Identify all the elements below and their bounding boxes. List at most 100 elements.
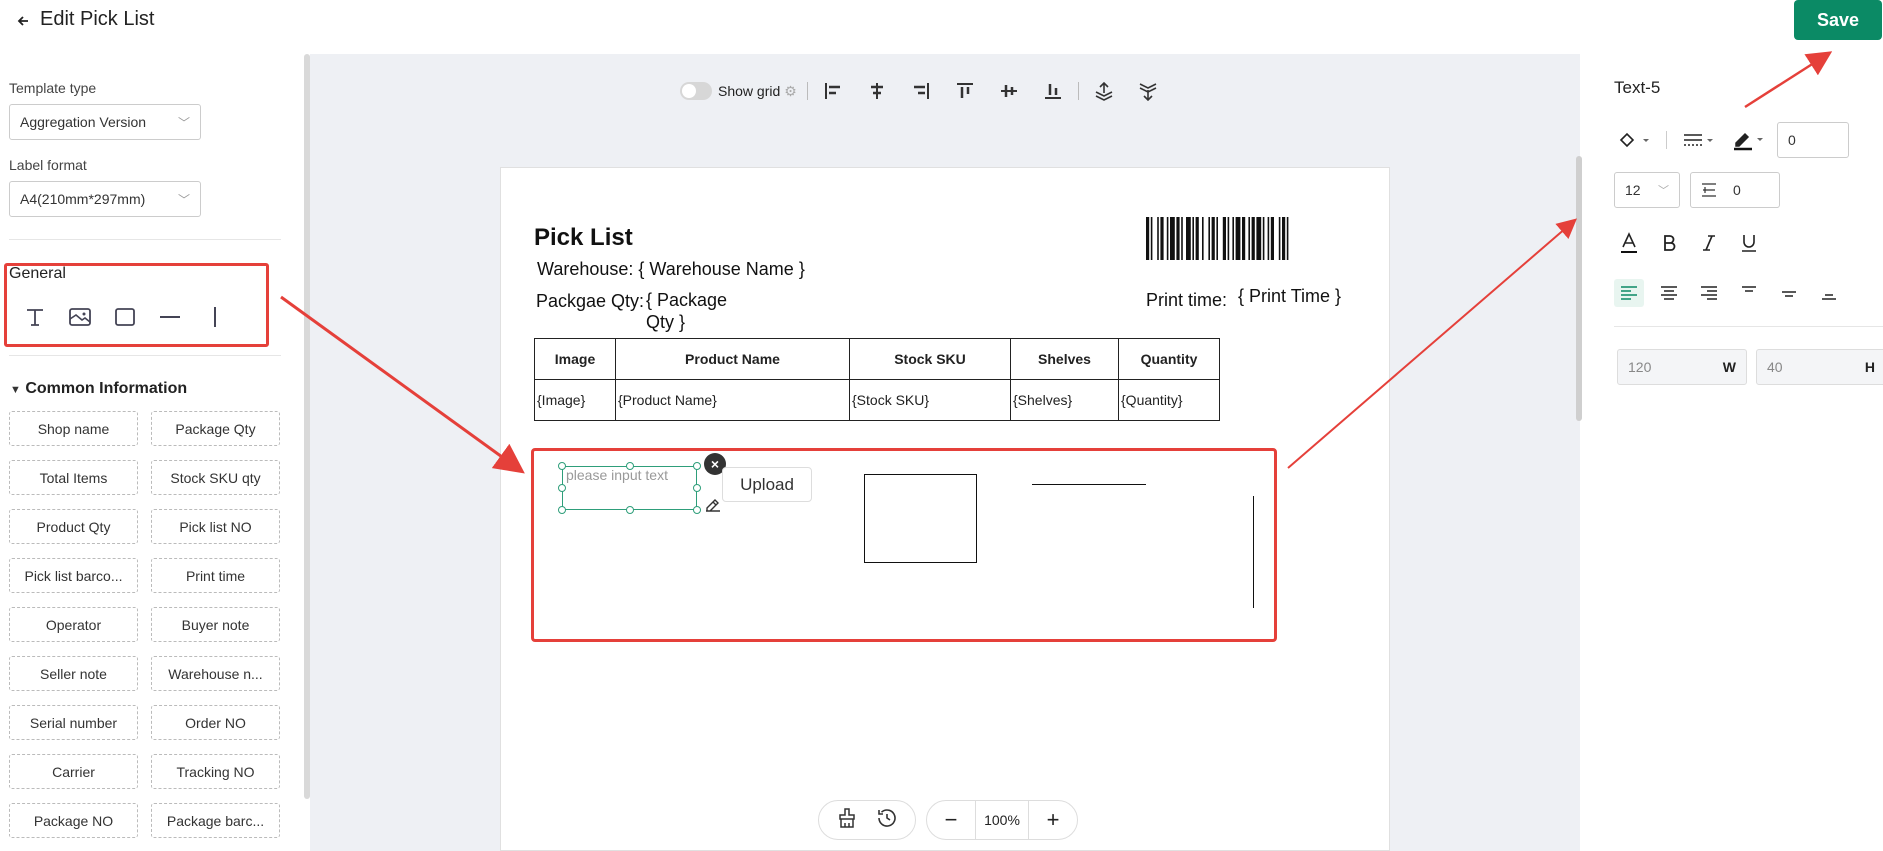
pick-list-title[interactable]: Pick List — [534, 224, 633, 252]
resize-handle[interactable] — [693, 462, 701, 470]
common-info-item[interactable]: Package NO — [9, 803, 138, 838]
send-backward-icon[interactable] — [1133, 78, 1163, 104]
common-info-item[interactable]: Warehouse n... — [151, 656, 280, 691]
align-center-horizontal-icon[interactable] — [862, 78, 892, 104]
common-info-item[interactable]: Package Qty — [151, 411, 280, 446]
common-info-item[interactable]: Tracking NO — [151, 754, 280, 789]
common-info-item[interactable]: Operator — [9, 607, 138, 642]
resize-handle[interactable] — [558, 506, 566, 514]
bold-icon[interactable] — [1654, 229, 1684, 257]
font-color-icon[interactable] — [1614, 229, 1644, 257]
line-spacing-input[interactable]: 0 — [1690, 172, 1780, 208]
horizontal-line-tool-icon[interactable] — [155, 302, 185, 332]
package-qty-value[interactable]: { Package Qty } — [646, 289, 727, 333]
template-type-select[interactable]: Aggregation Version ﹀ — [9, 104, 201, 140]
align-top-icon[interactable] — [950, 78, 980, 104]
vertical-align-top-icon[interactable] — [1734, 279, 1764, 307]
border-controls: 0 — [1614, 122, 1849, 158]
common-info-item[interactable]: Shop name — [9, 411, 138, 446]
barcode-bar — [1211, 217, 1215, 260]
resize-handle[interactable] — [626, 462, 634, 470]
fill-color-icon[interactable] — [1614, 126, 1654, 154]
border-style-icon[interactable] — [1679, 126, 1719, 154]
common-information-title[interactable]: ▼ Common Information — [10, 380, 187, 398]
align-left-icon[interactable] — [818, 78, 848, 104]
image-tool-icon[interactable] — [65, 302, 95, 332]
print-time-value[interactable]: { Print Time } — [1238, 286, 1341, 307]
chevron-down-icon: ﹀ — [1658, 185, 1669, 197]
common-info-item[interactable]: Order NO — [151, 705, 280, 740]
common-info-item[interactable]: Seller note — [9, 656, 138, 691]
text-element[interactable]: please input text — [562, 466, 697, 510]
print-time-label[interactable]: Print time: — [1146, 290, 1227, 311]
label-format-select[interactable]: A4(210mm*297mm) ﹀ — [9, 181, 201, 217]
height-input[interactable]: 40 H — [1756, 349, 1883, 385]
zoom-in-icon[interactable]: + — [1039, 807, 1067, 833]
border-color-icon[interactable] — [1729, 126, 1769, 154]
common-info-item[interactable]: Print time — [151, 558, 280, 593]
font-size-select[interactable]: 12 ﹀ — [1614, 172, 1680, 208]
barcode-bar — [1186, 217, 1191, 260]
barcode-image[interactable] — [1146, 217, 1350, 260]
zoom-out-icon[interactable]: − — [937, 807, 965, 833]
resize-handle[interactable] — [558, 484, 566, 492]
horizontal-line-element[interactable] — [1032, 484, 1146, 485]
vertical-align-middle-icon[interactable] — [1774, 279, 1804, 307]
text-align-center-icon[interactable] — [1654, 279, 1684, 307]
barcode-bar — [1286, 217, 1289, 260]
resize-handle[interactable] — [693, 484, 701, 492]
general-tools — [20, 302, 230, 332]
barcode-bar — [1267, 217, 1270, 260]
common-info-item[interactable]: Total Items — [9, 460, 138, 495]
text-align-right-icon[interactable] — [1694, 279, 1724, 307]
text-align-left-icon[interactable] — [1614, 279, 1644, 307]
package-qty-value-line: { Package — [646, 290, 728, 310]
show-grid-toggle[interactable] — [680, 82, 712, 100]
eraser-icon[interactable] — [704, 495, 724, 515]
common-info-item[interactable]: Product Qty — [9, 509, 138, 544]
common-info-item[interactable]: Buyer note — [151, 607, 280, 642]
align-right-icon[interactable] — [906, 78, 936, 104]
barcode-bar — [1202, 217, 1204, 260]
vertical-align-bottom-icon[interactable] — [1814, 279, 1844, 307]
warehouse-field[interactable]: Warehouse: { Warehouse Name } — [537, 259, 805, 280]
common-info-item[interactable]: Pick list NO — [151, 509, 280, 544]
product-table[interactable]: Image Product Name Stock SKU Shelves Qua… — [534, 338, 1220, 421]
barcode-bar — [1195, 217, 1199, 260]
width-input[interactable]: 120 W — [1617, 349, 1747, 385]
border-width-input[interactable]: 0 — [1777, 122, 1849, 158]
text-style-controls — [1614, 229, 1764, 257]
text-tool-icon[interactable] — [20, 302, 50, 332]
alignment-controls — [1614, 279, 1844, 307]
align-bottom-icon[interactable] — [1038, 78, 1068, 104]
common-info-item[interactable]: Stock SKU qty — [151, 460, 280, 495]
toolbar-separator — [806, 82, 808, 100]
back-arrow-icon[interactable] — [12, 10, 34, 32]
barcode-bar — [1251, 217, 1255, 260]
history-icon[interactable] — [875, 806, 899, 835]
common-info-item[interactable]: Package barc... — [151, 803, 280, 838]
rectangle-tool-icon[interactable] — [110, 302, 140, 332]
package-qty-label[interactable]: Packgae Qty: — [536, 291, 644, 312]
clear-canvas-icon[interactable] — [835, 806, 859, 835]
common-info-item[interactable]: Pick list barco... — [9, 558, 138, 593]
common-info-item[interactable]: Carrier — [9, 754, 138, 789]
resize-handle[interactable] — [693, 506, 701, 514]
warehouse-label: Warehouse: — [537, 259, 634, 279]
underline-icon[interactable] — [1734, 229, 1764, 257]
chevron-down-icon: ﹀ — [177, 192, 190, 207]
rectangle-element[interactable] — [864, 474, 977, 563]
barcode-bar — [1270, 217, 1274, 260]
align-center-vertical-icon[interactable] — [994, 78, 1024, 104]
resize-handle[interactable] — [558, 462, 566, 470]
italic-icon[interactable] — [1694, 229, 1724, 257]
general-title: General — [9, 265, 66, 282]
resize-handle[interactable] — [626, 506, 634, 514]
bring-forward-icon[interactable] — [1089, 78, 1119, 104]
common-info-item[interactable]: Serial number — [9, 705, 138, 740]
vertical-line-tool-icon[interactable] — [200, 302, 230, 332]
vertical-line-element[interactable] — [1253, 496, 1254, 608]
gear-icon[interactable]: ⚙ — [784, 83, 797, 100]
upload-button[interactable]: Upload — [722, 467, 812, 502]
save-button[interactable]: Save — [1794, 0, 1882, 40]
